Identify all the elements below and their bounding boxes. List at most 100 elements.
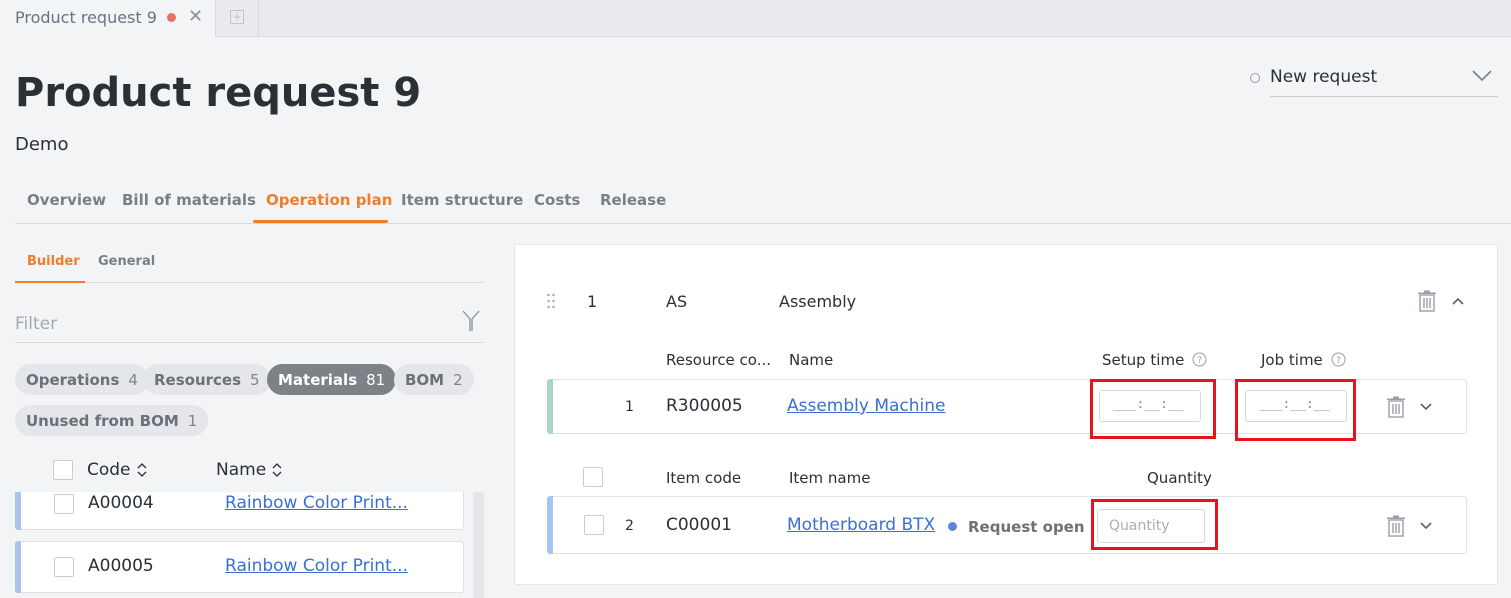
filter-box — [15, 306, 484, 343]
material-code: A00005 — [88, 556, 154, 576]
quantity-highlight — [1091, 499, 1218, 550]
job-time-highlight — [1235, 379, 1356, 441]
material-code: A00004 — [88, 493, 154, 513]
column-name-label: Name — [216, 460, 267, 480]
subtab-builder[interactable]: Builder — [27, 254, 80, 269]
filter-icon[interactable] — [462, 310, 480, 332]
delete-material-icon[interactable] — [1386, 515, 1406, 537]
sort-icon — [137, 463, 146, 477]
row-accent-bar — [547, 496, 553, 554]
operation-code: AS — [666, 292, 688, 311]
sort-icon — [272, 463, 282, 477]
chevron-down-icon[interactable] — [1420, 522, 1432, 530]
chevron-up-icon[interactable] — [1452, 297, 1464, 305]
chip-resources[interactable]: Resources 5 — [143, 364, 271, 395]
row-accent-bar — [547, 379, 553, 434]
chip-label: BOM — [405, 370, 445, 389]
resource-code: R300005 — [666, 396, 743, 416]
material-name-link[interactable]: Rainbow Color Print... — [225, 493, 408, 513]
svg-text:?: ? — [1336, 356, 1341, 366]
svg-text:?: ? — [1197, 356, 1202, 366]
document-tab[interactable]: Product request 9 ✕ — [0, 0, 216, 37]
item-name-header: Item name — [789, 469, 871, 487]
item-code-header: Item code — [666, 469, 742, 487]
chip-count: 5 — [250, 370, 260, 389]
chevron-down-icon[interactable] — [1420, 403, 1432, 411]
select-all-materials-checkbox[interactable] — [583, 467, 603, 487]
quantity-header: Quantity — [1147, 469, 1212, 487]
page-title: Product request 9 — [15, 70, 422, 116]
material-status: Request open — [968, 518, 1085, 536]
material-row-number: 2 — [625, 518, 634, 534]
status-value: New request — [1270, 67, 1378, 87]
tab-release[interactable]: Release — [600, 191, 666, 209]
material-row-checkbox[interactable] — [584, 515, 604, 535]
material-name-link[interactable]: Motherboard BTX — [787, 515, 935, 535]
chip-label: Materials — [278, 370, 358, 389]
material-code: C00001 — [666, 515, 732, 535]
chip-label: Unused from BOM — [26, 411, 179, 430]
chip-materials[interactable]: Materials 81 — [267, 364, 397, 395]
select-all-checkbox[interactable] — [53, 460, 73, 480]
status-circle-icon — [1250, 73, 1260, 83]
chip-label: Operations — [26, 370, 120, 389]
list-item[interactable]: A00005 Rainbow Color Print... — [15, 541, 464, 593]
delete-operation-icon[interactable] — [1417, 290, 1437, 312]
tab-operation-plan[interactable]: Operation plan — [266, 191, 392, 209]
chevron-down-icon — [1472, 70, 1492, 82]
operation-header: 1 AS Assembly — [515, 275, 1499, 329]
resource-code-header: Resource co... — [666, 351, 772, 369]
help-icon[interactable]: ? — [1192, 352, 1207, 367]
setup-time-highlight — [1090, 379, 1216, 439]
new-tab-button[interactable] — [216, 0, 259, 37]
column-code-label: Code — [87, 460, 131, 480]
chip-bom[interactable]: BOM 2 — [394, 364, 474, 395]
setup-time-header: Setup time? — [1102, 351, 1207, 369]
status-dot-icon — [948, 522, 957, 531]
row-accent-bar — [15, 541, 21, 593]
list-item[interactable]: A00004 Rainbow Color Print... — [15, 492, 464, 530]
resource-row-number: 1 — [625, 399, 634, 415]
job-time-header: Job time? — [1261, 351, 1346, 369]
resource-name-header: Name — [789, 351, 834, 369]
subtab-general[interactable]: General — [98, 254, 155, 269]
delete-resource-icon[interactable] — [1386, 396, 1406, 418]
page-subtitle: Demo — [15, 134, 69, 155]
materials-list: A00004 Rainbow Color Print... A00005 Rai… — [15, 492, 484, 598]
tab-item-structure[interactable]: Item structure — [401, 191, 523, 209]
active-tab-indicator — [253, 220, 388, 223]
status-field[interactable]: New request — [1270, 62, 1498, 97]
tab-bill-of-materials[interactable]: Bill of materials — [122, 191, 256, 209]
builder-sub-tabs: Builder General — [15, 244, 484, 283]
setup-time-label: Setup time — [1102, 351, 1185, 369]
material-name-link[interactable]: Rainbow Color Print... — [225, 556, 408, 576]
chip-unused-from-bom[interactable]: Unused from BOM 1 — [15, 405, 209, 436]
unsaved-indicator-icon — [167, 13, 176, 22]
resource-name-link[interactable]: Assembly Machine — [787, 396, 946, 416]
close-tab-icon[interactable]: ✕ — [188, 7, 203, 27]
main-tab-bar: Overview Bill of materials Operation pla… — [15, 180, 1511, 224]
document-tab-strip: Product request 9 ✕ — [0, 0, 1511, 37]
row-checkbox[interactable] — [54, 494, 74, 514]
add-tab-icon — [230, 10, 244, 24]
column-name-header[interactable]: Name — [216, 460, 282, 480]
status-dropdown[interactable]: New request — [1248, 62, 1498, 97]
operation-card: 1 AS Assembly Resource co... Name Setup … — [514, 244, 1498, 585]
chip-count: 81 — [366, 370, 386, 389]
tab-costs[interactable]: Costs — [534, 191, 580, 209]
filter-input[interactable] — [15, 312, 435, 336]
document-tab-label: Product request 9 — [15, 8, 157, 27]
list-scrollbar[interactable] — [473, 492, 484, 598]
material-row[interactable]: 2 C00001 Motherboard BTX Request open — [547, 496, 1467, 554]
operation-number: 1 — [587, 292, 598, 311]
chip-count: 2 — [453, 370, 463, 389]
column-code-header[interactable]: Code — [87, 460, 147, 480]
row-checkbox[interactable] — [54, 557, 74, 577]
chip-label: Resources — [154, 370, 242, 389]
active-subtab-indicator — [15, 281, 85, 283]
help-icon[interactable]: ? — [1331, 352, 1346, 367]
drag-handle-icon[interactable] — [547, 293, 555, 309]
chip-operations[interactable]: Operations 4 — [15, 364, 149, 395]
tab-overview[interactable]: Overview — [27, 191, 106, 209]
operation-name: Assembly — [779, 292, 857, 311]
